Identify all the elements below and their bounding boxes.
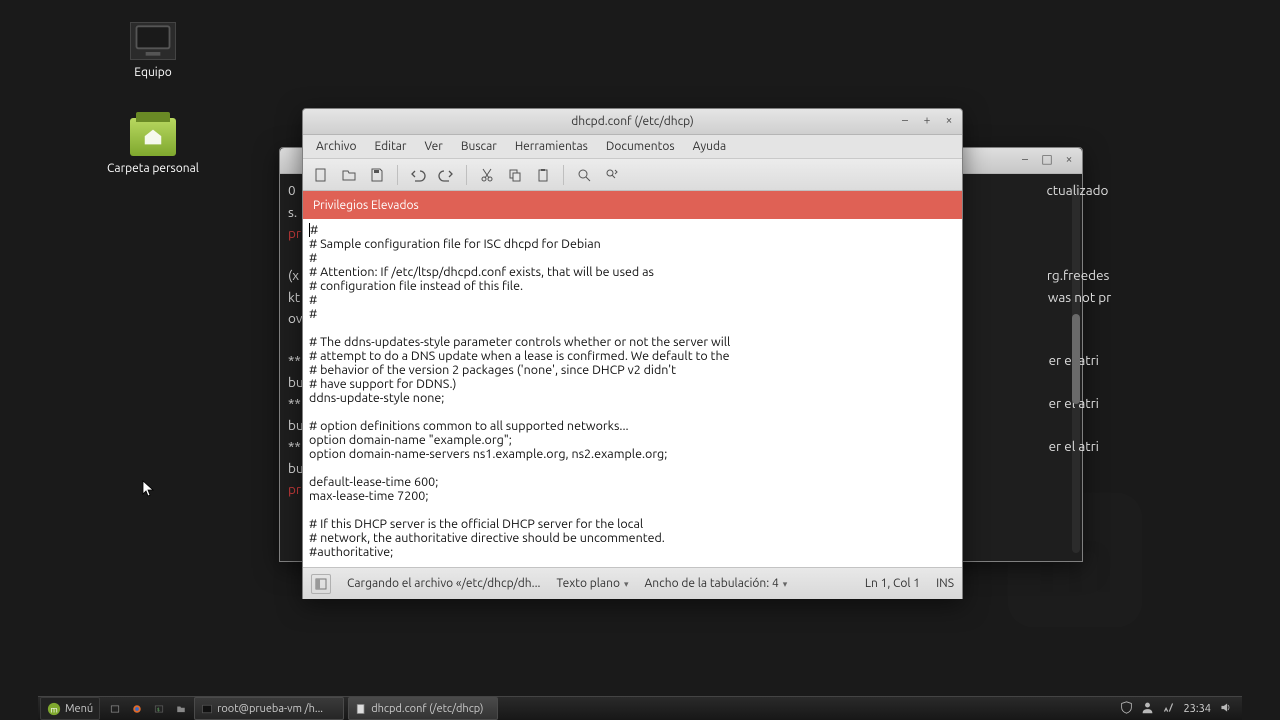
gedit-window[interactable]: dhcpd.conf (/etc/dhcp) – + × Archivo Edi… bbox=[302, 108, 963, 599]
menu-archivo[interactable]: Archivo bbox=[309, 138, 364, 155]
task-terminal[interactable]: root@prueba-vm /h... bbox=[194, 697, 344, 720]
files-launcher[interactable] bbox=[170, 697, 192, 720]
gedit-statusbar: Cargando el archivo «/etc/dhcp/dh... Tex… bbox=[303, 567, 962, 599]
menu-herramientas[interactable]: Herramientas bbox=[508, 138, 595, 155]
menu-buscar[interactable]: Buscar bbox=[454, 138, 504, 155]
gedit-titlebar[interactable]: dhcpd.conf (/etc/dhcp) – + × bbox=[303, 109, 962, 135]
gedit-menubar: Archivo Editar Ver Buscar Herramientas D… bbox=[303, 135, 962, 159]
new-button[interactable] bbox=[309, 163, 333, 187]
home-folder-icon bbox=[130, 118, 176, 156]
terminal-scrollbar[interactable] bbox=[1072, 184, 1080, 553]
menu-ver[interactable]: Ver bbox=[417, 138, 449, 155]
desktop-icon-computer[interactable]: Equipo bbox=[103, 22, 203, 79]
status-ins[interactable]: INS bbox=[936, 577, 954, 590]
desktop-icon-label: Equipo bbox=[103, 66, 203, 79]
show-desktop-button[interactable] bbox=[104, 697, 126, 720]
replace-button[interactable] bbox=[600, 163, 624, 187]
gedit-toolbar bbox=[303, 159, 962, 191]
user-icon[interactable] bbox=[1141, 701, 1154, 717]
undo-button[interactable] bbox=[406, 163, 430, 187]
cursor-icon bbox=[142, 480, 156, 498]
close-button[interactable]: × bbox=[942, 113, 956, 127]
network-icon[interactable] bbox=[1162, 701, 1175, 717]
menu-documentos[interactable]: Documentos bbox=[599, 138, 682, 155]
menu-ayuda[interactable]: Ayuda bbox=[686, 138, 734, 155]
shield-icon[interactable] bbox=[1120, 701, 1133, 717]
paste-button[interactable] bbox=[531, 163, 555, 187]
desktop: m Equipo Carpeta personal – □ × 0 ctuali… bbox=[0, 0, 1280, 720]
computer-icon bbox=[130, 22, 176, 60]
terminal-launcher[interactable]: $ bbox=[148, 697, 170, 720]
close-button[interactable]: × bbox=[1062, 152, 1076, 166]
minimize-button[interactable]: – bbox=[1018, 152, 1032, 166]
privilege-warning: Privilegios Elevados bbox=[303, 191, 962, 219]
minimize-button[interactable]: – bbox=[898, 113, 912, 127]
desktop-icon-home[interactable]: Carpeta personal bbox=[103, 118, 203, 175]
separator bbox=[397, 165, 398, 185]
separator bbox=[466, 165, 467, 185]
copy-button[interactable] bbox=[503, 163, 527, 187]
menu-editar[interactable]: Editar bbox=[368, 138, 414, 155]
maximize-button[interactable]: + bbox=[920, 113, 934, 127]
save-button[interactable] bbox=[365, 163, 389, 187]
clock[interactable]: 23:34 bbox=[1183, 703, 1211, 715]
taskbar: m Menú $ root@prueba-vm /h... dhcpd.conf… bbox=[38, 696, 1242, 720]
open-button[interactable] bbox=[337, 163, 361, 187]
status-loading: Cargando el archivo «/etc/dhcp/dh... bbox=[347, 577, 541, 590]
redo-button[interactable] bbox=[434, 163, 458, 187]
search-button[interactable] bbox=[572, 163, 596, 187]
volume-icon[interactable] bbox=[1219, 701, 1232, 717]
sidepanel-button[interactable] bbox=[311, 574, 331, 594]
firefox-launcher[interactable] bbox=[126, 697, 148, 720]
status-tabwidth[interactable]: Ancho de la tabulación: 4 bbox=[645, 577, 788, 590]
separator bbox=[563, 165, 564, 185]
status-cursor-pos: Ln 1, Col 1 bbox=[865, 577, 920, 590]
svg-text:m: m bbox=[50, 704, 58, 714]
menu-button[interactable]: m Menú bbox=[40, 697, 100, 720]
system-tray: 23:34 bbox=[1114, 697, 1242, 720]
status-language[interactable]: Texto plano bbox=[557, 577, 629, 590]
cut-button[interactable] bbox=[475, 163, 499, 187]
gedit-title: dhcpd.conf (/etc/dhcp) bbox=[571, 115, 694, 128]
gedit-editor[interactable]: # # Sample configuration file for ISC dh… bbox=[303, 219, 962, 567]
task-gedit[interactable]: dhcpd.conf (/etc/dhcp) bbox=[348, 697, 498, 720]
maximize-button[interactable]: □ bbox=[1040, 152, 1054, 166]
desktop-icon-label: Carpeta personal bbox=[103, 162, 203, 175]
